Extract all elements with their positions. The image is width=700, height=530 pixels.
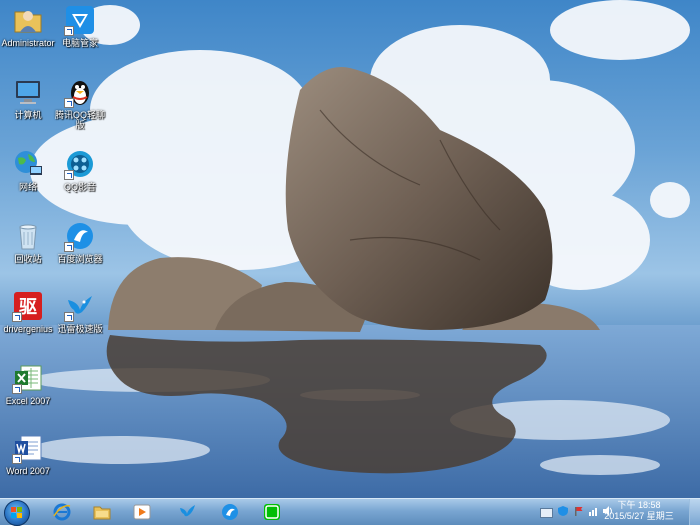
desktop-icon-computer[interactable]: 计算机 <box>0 76 57 120</box>
shortcut-arrow-icon <box>64 242 74 252</box>
taskbar-thunder[interactable] <box>170 501 206 523</box>
media-player-icon <box>133 504 151 520</box>
keyboard-icon[interactable] <box>540 508 553 518</box>
baidu-browser-icon <box>222 504 238 520</box>
baidu-browser-icon <box>64 220 96 252</box>
desktop-icon-recycle-bin[interactable]: 回收站 <box>0 220 57 264</box>
start-button[interactable] <box>4 500 30 526</box>
taskbar-explorer[interactable] <box>84 501 120 523</box>
qq-penguin-icon <box>64 76 96 108</box>
desktop-icon-label: Administrator <box>1 38 55 48</box>
taskbar-media-player[interactable] <box>124 501 160 523</box>
clock-time: 下午 18:58 <box>617 500 661 510</box>
shortcut-arrow-icon <box>64 26 74 36</box>
shortcut-arrow-icon <box>64 98 74 108</box>
shortcut-arrow-icon <box>12 454 22 464</box>
desktop-icon-baidu-browser[interactable]: 百度浏览器 <box>51 220 109 264</box>
desktop-icon-label: 电脑管家 <box>61 38 98 48</box>
desktop-icon-label: 迅雷极速版 <box>57 324 103 334</box>
desktop-icon-drivergenius[interactable]: 驱 drivergenius <box>0 290 57 334</box>
shortcut-arrow-icon <box>64 312 74 322</box>
folder-icon <box>93 506 111 520</box>
windows-logo-icon <box>11 507 22 518</box>
qq-player-icon <box>64 148 96 180</box>
word-icon <box>12 432 44 464</box>
driver-genius-icon: 驱 <box>12 290 44 322</box>
iqiyi-icon <box>264 504 280 520</box>
desktop-icon-qq-player[interactable]: QQ影音 <box>51 148 109 192</box>
desktop-icon-label: Word 2007 <box>6 466 50 476</box>
desktop-icon-label: drivergenius <box>3 324 53 334</box>
system-tray: 下午 18:58 2015/5/27 星期三 <box>520 499 700 525</box>
clock[interactable]: 下午 18:58 2015/5/27 星期三 <box>604 500 674 522</box>
taskbar-baidu-browser[interactable] <box>212 501 248 523</box>
desktop-icon-thunder[interactable]: 迅雷极速版 <box>51 290 109 334</box>
taskbar-iqiyi[interactable] <box>254 501 290 523</box>
desktop-icon-label: 网络 <box>18 182 37 192</box>
desktop-icon-label: 计算机 <box>14 110 42 120</box>
tencent-pc-manager-icon <box>64 4 96 36</box>
desktop-icon-excel[interactable]: Excel 2007 <box>0 362 57 406</box>
shield-icon[interactable] <box>558 506 568 516</box>
clock-date: 2015/5/27 星期三 <box>604 511 674 521</box>
computer-icon <box>12 76 44 108</box>
taskbar: 下午 18:58 2015/5/27 星期三 <box>0 498 700 526</box>
shortcut-arrow-icon <box>64 170 74 180</box>
desktop-icon-label: 回收站 <box>14 254 42 264</box>
notification-flag-icon[interactable] <box>574 506 584 516</box>
desktop-icon-qq[interactable]: 腾讯QQ轻聊版 <box>51 76 109 130</box>
desktop-icon-pc-manager[interactable]: 电脑管家 <box>51 4 109 48</box>
user-folder-icon <box>12 4 44 36</box>
network-icon[interactable] <box>589 506 599 516</box>
desktop-icon-network[interactable]: 网络 <box>0 148 57 192</box>
excel-icon <box>12 362 44 394</box>
desktop-icon-label: QQ影音 <box>63 182 96 192</box>
desktop-icon-label: 百度浏览器 <box>57 254 103 264</box>
taskbar-ie[interactable] <box>44 501 80 523</box>
desktop-icon-label: Excel 2007 <box>5 396 51 406</box>
desktop-icon-administrator[interactable]: Administrator <box>0 4 57 48</box>
shortcut-arrow-icon <box>12 384 22 394</box>
thunder-bird-icon <box>180 505 195 517</box>
recycle-bin-icon <box>12 220 44 252</box>
ie-icon <box>53 503 71 521</box>
shortcut-arrow-icon <box>12 312 22 322</box>
network-globe-icon <box>12 148 44 180</box>
desktop-icon-label: 腾讯QQ轻聊版 <box>54 110 105 130</box>
desktop-icon-word[interactable]: Word 2007 <box>0 432 57 476</box>
thunder-bird-icon <box>64 290 96 322</box>
show-desktop-button[interactable] <box>689 499 700 525</box>
